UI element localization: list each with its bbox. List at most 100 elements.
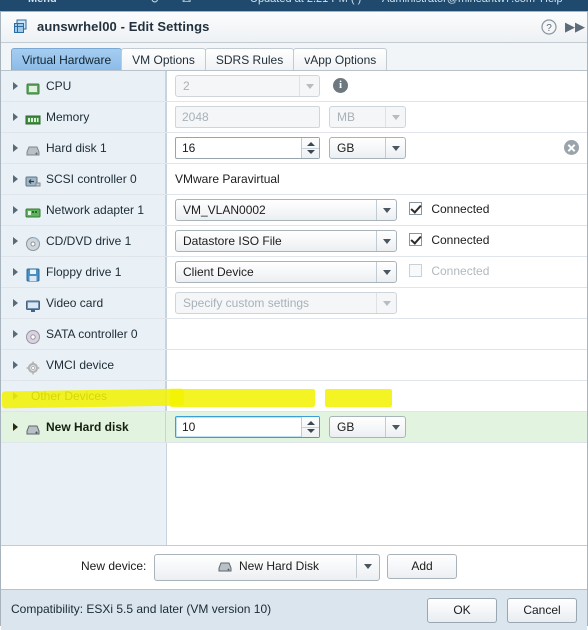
dialog-titlebar: aunswrhel00 - Edit Settings ? ▶▶ — [1, 12, 587, 43]
chevron-down-icon — [376, 293, 396, 313]
tab-sdrs-rules[interactable]: SDRS Rules — [204, 48, 295, 70]
chevron-right-icon[interactable] — [13, 423, 18, 431]
refresh-icon[interactable]: ↻ — [150, 0, 159, 6]
harddisk-icon — [217, 560, 233, 573]
table-row[interactable]: Video card Specify custom settings — [1, 288, 587, 319]
remove-device-icon[interactable] — [564, 140, 579, 155]
table-row[interactable]: CD/DVD drive 1 Datastore ISO File Connec… — [1, 226, 587, 257]
table-row[interactable]: New Hard disk 10 GB — [1, 412, 587, 443]
stepper-down-icon[interactable] — [307, 429, 315, 433]
table-row[interactable]: Network adapter 1 VM_VLAN0002 Connected — [1, 195, 587, 226]
device-value-cell: VMware Paravirtual — [167, 164, 587, 194]
memory-unit-select[interactable]: MB — [329, 106, 406, 128]
new-harddisk-size-stepper[interactable] — [301, 417, 319, 437]
new-harddisk-size-value: 10 — [182, 420, 196, 434]
cpu-count-value: 2 — [183, 79, 190, 93]
floppy-drive1-media-select[interactable]: Client Device — [175, 261, 397, 283]
table-row[interactable]: SCSI controller 0 VMware Paravirtual — [1, 164, 587, 195]
stepper-down-icon[interactable] — [307, 150, 315, 154]
new-harddisk-size-input[interactable]: 10 — [175, 416, 320, 438]
cddvd-drive1-connected-checkbox[interactable]: Connected — [409, 232, 489, 250]
memory-icon — [25, 109, 41, 125]
device-label-cell: New Hard disk — [1, 412, 166, 442]
new-device-select[interactable]: New Hard Disk — [154, 554, 380, 581]
network-adapter-icon — [25, 202, 41, 218]
table-row[interactable]: VMCI device — [1, 350, 587, 381]
help-icon[interactable]: ? — [541, 19, 557, 35]
stepper-up-icon[interactable] — [307, 142, 315, 146]
table-row[interactable]: Hard disk 1 16 GB — [1, 133, 587, 164]
chevron-right-icon[interactable] — [13, 113, 18, 121]
table-row[interactable]: Other Devices — [1, 381, 587, 412]
device-label-cell: Video card — [1, 288, 166, 318]
harddisk1-unit-value: GB — [337, 141, 355, 155]
harddisk1-unit-select[interactable]: GB — [329, 137, 406, 159]
add-device-button[interactable]: Add — [387, 554, 457, 579]
ok-button[interactable]: OK — [427, 598, 497, 623]
compatibility-text: Compatibility: ESXi 5.5 and later (VM ve… — [11, 602, 272, 616]
chevron-down-icon — [385, 107, 405, 127]
cpu-count-select[interactable]: 2 — [175, 75, 320, 97]
cpu-icon — [25, 78, 41, 95]
device-value-cell: 10 GB — [167, 412, 587, 442]
notification-icon[interactable]: ✉ — [182, 0, 191, 6]
info-icon[interactable]: i — [333, 78, 348, 93]
stepper-up-icon[interactable] — [307, 421, 315, 425]
network-adapter1-connected-checkbox[interactable]: Connected — [409, 201, 489, 219]
chevron-right-icon[interactable] — [13, 237, 18, 245]
table-row[interactable]: Memory 2048 MB — [1, 102, 587, 133]
chevron-right-icon[interactable] — [13, 361, 18, 369]
chevron-right-icon[interactable] — [13, 82, 18, 90]
chevron-right-icon[interactable] — [13, 206, 18, 214]
harddisk1-size-value: 16 — [182, 141, 196, 155]
edit-settings-dialog: aunswrhel00 - Edit Settings ? ▶▶ Virtual… — [0, 11, 588, 630]
video-card-settings-value: Specify custom settings — [183, 296, 310, 310]
user-account-label[interactable]: Administrator@mineantw7.com — [382, 0, 535, 5]
app-help-label[interactable]: Help — [540, 0, 563, 5]
device-value-cell: 2 i — [167, 71, 587, 101]
dialog-title: aunswrhel00 - Edit Settings — [37, 19, 210, 34]
device-label-cell: Floppy drive 1 — [1, 257, 166, 287]
device-value-cell: Datastore ISO File Connected — [167, 226, 587, 256]
cancel-button[interactable]: Cancel — [507, 598, 577, 623]
cddvd-drive1-media-select[interactable]: Datastore ISO File — [175, 230, 397, 252]
device-name: CPU — [46, 79, 72, 93]
expand-icon[interactable]: ▶▶ — [565, 19, 585, 35]
device-value-cell — [167, 319, 587, 349]
floppy-drive1-connected-checkbox[interactable]: Connected — [409, 263, 489, 281]
harddisk1-size-input[interactable]: 16 — [175, 137, 320, 159]
chevron-down-icon — [299, 76, 319, 96]
chevron-right-icon[interactable] — [13, 392, 18, 400]
app-menu-label[interactable]: Menu — [28, 0, 57, 5]
memory-size-input[interactable]: 2048 — [175, 106, 320, 128]
tab-vm-options[interactable]: VM Options — [121, 48, 206, 70]
harddisk-icon — [25, 140, 41, 156]
sata-controller-icon — [25, 326, 41, 344]
checkbox-box — [409, 233, 422, 247]
table-row[interactable]: Floppy drive 1 Client Device Connected — [1, 257, 587, 288]
new-harddisk-unit-select[interactable]: GB — [329, 416, 406, 438]
video-card-settings-select[interactable]: Specify custom settings — [175, 292, 397, 314]
device-label-cell: CPU — [1, 71, 166, 101]
device-value-cell — [167, 350, 587, 380]
tab-vapp-options[interactable]: vApp Options — [293, 48, 388, 70]
device-name: Video card — [46, 296, 104, 310]
chevron-right-icon[interactable] — [13, 268, 18, 276]
virtual-machine-icon — [13, 19, 29, 35]
device-label-cell: Other Devices — [1, 381, 166, 411]
network-adapter1-network-value: VM_VLAN0002 — [183, 203, 266, 217]
new-device-label: New device: — [81, 559, 147, 573]
device-name: CD/DVD drive 1 — [46, 234, 132, 248]
device-name: SCSI controller 0 — [46, 172, 137, 186]
chevron-right-icon[interactable] — [13, 175, 18, 183]
table-row[interactable]: CPU 2 i — [1, 71, 587, 102]
chevron-right-icon[interactable] — [13, 299, 18, 307]
vmci-device-icon — [25, 357, 41, 375]
tab-virtual-hardware[interactable]: Virtual Hardware — [11, 48, 123, 70]
chevron-right-icon[interactable] — [13, 330, 18, 338]
table-row[interactable]: SATA controller 0 — [1, 319, 587, 350]
network-adapter1-network-select[interactable]: VM_VLAN0002 — [175, 199, 397, 221]
harddisk1-size-stepper[interactable] — [301, 138, 319, 158]
chevron-right-icon[interactable] — [13, 144, 18, 152]
checkbox-label: Connected — [431, 201, 490, 216]
